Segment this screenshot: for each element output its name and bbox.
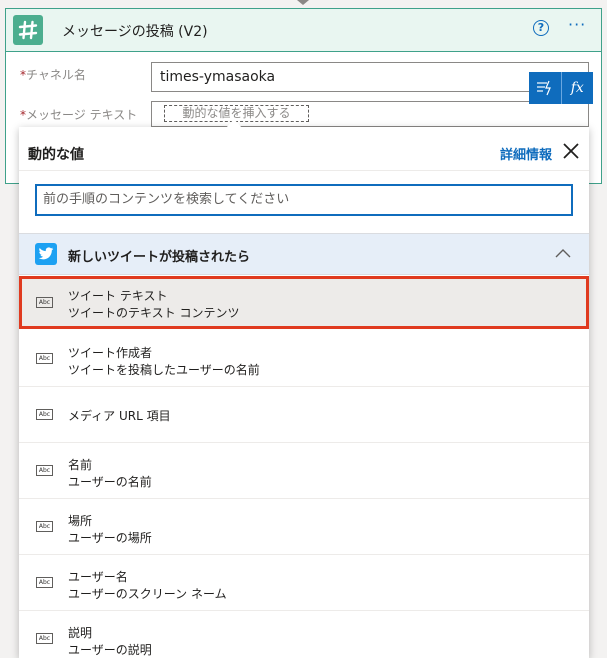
action-card-header[interactable]: メッセージの投稿 (V2) ? ··· bbox=[6, 9, 601, 52]
item-description: ユーザーのスクリーン ネーム bbox=[68, 587, 227, 601]
twitter-icon bbox=[35, 243, 57, 265]
message-text-label: *メッセージ テキスト bbox=[20, 108, 138, 122]
text-type-icon: Abc bbox=[36, 297, 53, 308]
details-link[interactable]: 詳細情報 bbox=[500, 144, 552, 163]
text-type-icon: Abc bbox=[36, 353, 53, 364]
message-text-input[interactable]: 動的な値を挿入する bbox=[151, 101, 589, 127]
expression-fx-icon[interactable]: fx bbox=[560, 72, 594, 104]
more-ellipsis-icon[interactable]: ··· bbox=[568, 15, 586, 34]
chevron-up-icon[interactable] bbox=[555, 248, 571, 258]
channel-value: times-ymasaoka bbox=[160, 69, 276, 85]
text-type-icon: Abc bbox=[36, 465, 53, 476]
panel-title: 動的な値 bbox=[28, 147, 84, 163]
search-box[interactable] bbox=[35, 184, 573, 216]
dynamic-content-icon[interactable] bbox=[529, 72, 561, 104]
text-type-icon: Abc bbox=[36, 521, 53, 532]
item-title: 場所 bbox=[68, 514, 93, 528]
item-title: ユーザー名 bbox=[68, 570, 128, 584]
help-circle-icon[interactable]: ? bbox=[533, 20, 549, 36]
item-title: 名前 bbox=[68, 458, 93, 472]
expression-tabs: fx bbox=[529, 72, 593, 104]
item-title: 説明 bbox=[68, 626, 93, 640]
channel-input[interactable]: times-ymasaoka bbox=[151, 62, 589, 92]
list-item-name[interactable]: Abc 名前 ユーザーの名前 bbox=[19, 443, 589, 499]
list-item-username[interactable]: Abc ユーザー名 ユーザーのスクリーン ネーム bbox=[19, 555, 589, 611]
group-title: 新しいツイートが投稿されたら bbox=[68, 250, 251, 265]
text-type-icon: Abc bbox=[36, 577, 53, 588]
text-type-icon: Abc bbox=[36, 409, 53, 420]
item-title: ツイート作成者 bbox=[68, 346, 153, 360]
dynamic-content-panel: 動的な値 詳細情報 新しいツイートが投稿されたら Abc ツイート テキスト ツ… bbox=[19, 127, 589, 658]
list-item-media-url[interactable]: Abc メディア URL 項目 bbox=[19, 387, 589, 443]
item-title: メディア URL 項目 bbox=[68, 409, 171, 423]
list-item-description[interactable]: Abc 説明 ユーザーの説明 bbox=[19, 611, 589, 658]
insert-dynamic-value-token[interactable]: 動的な値を挿入する bbox=[164, 105, 309, 122]
action-title: メッセージの投稿 (V2) bbox=[62, 24, 208, 40]
search-input[interactable] bbox=[43, 192, 563, 207]
item-description: ユーザーの名前 bbox=[68, 475, 152, 489]
list-item-tweet-text[interactable]: Abc ツイート テキスト ツイートのテキスト コンテンツ bbox=[19, 276, 589, 329]
item-title: ツイート テキスト bbox=[68, 289, 168, 303]
close-icon[interactable] bbox=[562, 142, 580, 160]
item-description: ツイートのテキスト コンテンツ bbox=[68, 306, 240, 320]
slack-icon bbox=[13, 15, 43, 45]
item-description: ユーザーの説明 bbox=[68, 643, 152, 657]
item-description: ユーザーの場所 bbox=[68, 531, 152, 545]
list-item-tweet-author[interactable]: Abc ツイート作成者 ツイートを投稿したユーザーの名前 bbox=[19, 331, 589, 387]
channel-label: *チャネル名 bbox=[20, 68, 86, 82]
group-header-new-tweet[interactable]: 新しいツイートが投稿されたら bbox=[19, 233, 589, 275]
connector-arrow bbox=[297, 0, 309, 5]
text-type-icon: Abc bbox=[36, 633, 53, 644]
item-description: ツイートを投稿したユーザーの名前 bbox=[68, 363, 260, 377]
panel-divider bbox=[19, 170, 589, 171]
list-item-location[interactable]: Abc 場所 ユーザーの場所 bbox=[19, 499, 589, 555]
